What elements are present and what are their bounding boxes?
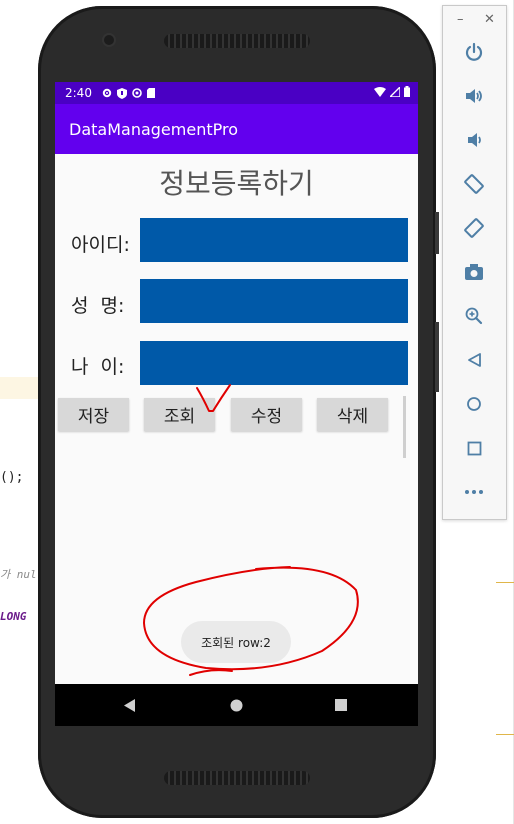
battery-icon [404, 86, 410, 97]
zoom-button[interactable] [461, 303, 487, 329]
status-time: 2:40 [65, 86, 92, 100]
volume-down-icon [468, 133, 481, 147]
sd-card-icon [146, 88, 155, 98]
rotate-left-button[interactable] [461, 171, 487, 197]
ide-marker [496, 582, 514, 583]
phone-side-button[interactable] [435, 322, 439, 392]
app-title: DataManagementPro [69, 119, 238, 139]
ide-marker [496, 734, 514, 735]
status-system-icons [374, 86, 410, 97]
volume-up-icon [466, 89, 482, 103]
home-icon[interactable] [230, 699, 243, 712]
power-icon [465, 42, 483, 61]
back-icon [468, 353, 481, 367]
more-button[interactable] [461, 479, 487, 505]
app-screen: 2:40 DataManagementPro 정보등록하기 아이디: 성 명: … [55, 82, 418, 726]
update-button[interactable]: 수정 [231, 398, 302, 431]
page-title: 정보등록하기 [159, 167, 314, 200]
rotate-left-icon [464, 174, 484, 194]
close-icon[interactable]: ✕ [484, 12, 495, 27]
wifi-icon [374, 86, 386, 97]
delete-button[interactable]: 삭제 [317, 398, 388, 431]
power-button[interactable] [461, 39, 487, 65]
phone-side-button[interactable] [435, 212, 439, 254]
id-label: 아이디: [71, 234, 130, 256]
home-icon [467, 397, 481, 411]
ide-comment-fragment: 가 nul [0, 568, 37, 581]
top-speaker [164, 34, 310, 48]
scrollbar[interactable] [403, 396, 406, 458]
status-notification-icons [102, 87, 155, 99]
age-input[interactable] [140, 341, 408, 385]
name-input[interactable] [140, 279, 408, 323]
rotate-right-icon [464, 218, 484, 238]
id-input[interactable] [140, 218, 408, 262]
volume-up-button[interactable] [461, 83, 487, 109]
ide-highlighted-line [0, 377, 40, 399]
sync-icon [132, 88, 142, 98]
toast-message: 조회된 row:2 [181, 621, 291, 663]
overview-icon [467, 441, 481, 455]
settings-icon [102, 88, 112, 98]
signal-icon [390, 86, 400, 97]
emulator-toolbar: – ✕ [442, 5, 507, 520]
front-camera [104, 35, 114, 45]
overview-icon[interactable] [335, 699, 347, 711]
back-icon[interactable] [123, 699, 136, 712]
ide-keyword-fragment: LONG [0, 610, 27, 623]
bottom-speaker [164, 771, 310, 785]
query-button[interactable]: 조회 [144, 398, 215, 431]
rotate-right-button[interactable] [461, 215, 487, 241]
age-label: 나 이: [71, 356, 125, 378]
more-icon [465, 490, 483, 494]
minimize-icon[interactable]: – [457, 12, 464, 27]
screenshot-button[interactable] [461, 259, 487, 285]
ide-code-fragment: (); [0, 470, 24, 485]
volume-down-button[interactable] [461, 127, 487, 153]
emulator-back-button[interactable] [461, 347, 487, 373]
save-button[interactable]: 저장 [58, 398, 129, 431]
zoom-icon [465, 307, 483, 325]
emulator-overview-button[interactable] [461, 435, 487, 461]
app-bar: DataManagementPro [55, 104, 418, 154]
status-bar: 2:40 [55, 82, 418, 104]
camera-icon [465, 264, 483, 280]
navigation-bar [55, 684, 418, 726]
shield-icon [116, 87, 127, 99]
name-label: 성 명: [71, 295, 125, 317]
emulator-home-button[interactable] [461, 391, 487, 417]
